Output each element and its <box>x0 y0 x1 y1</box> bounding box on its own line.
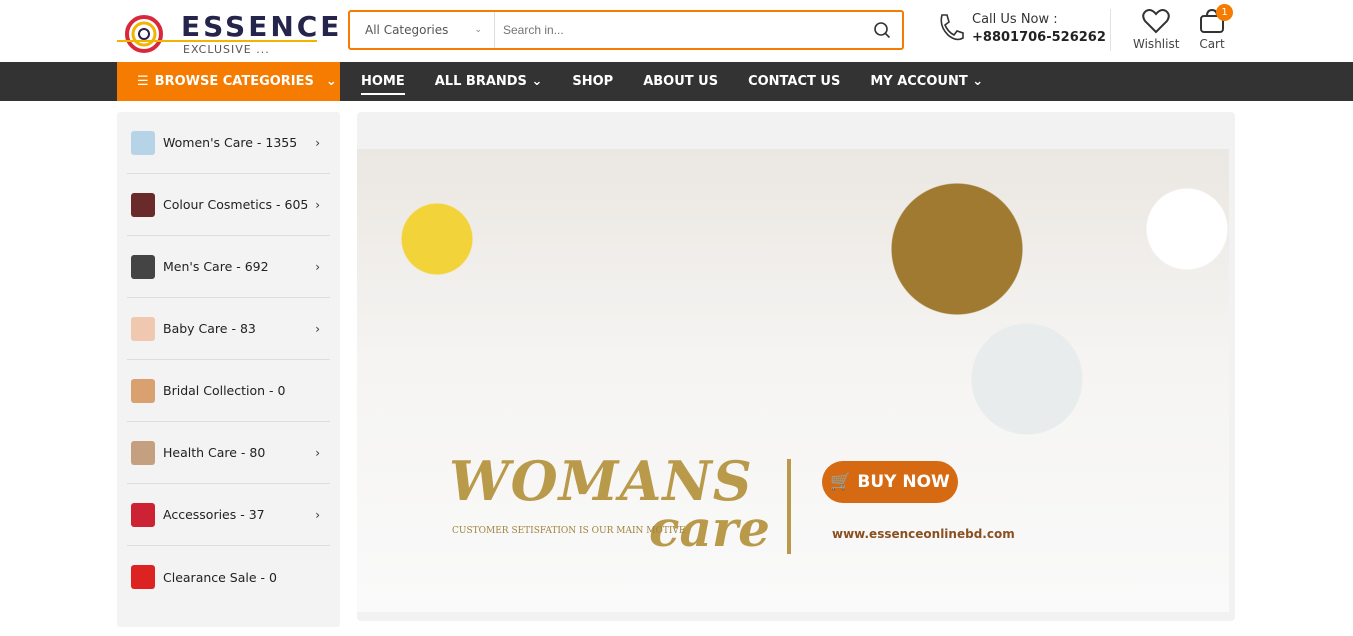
main-nav: ☰ BROWSE CATEGORIES ⌄ HOME ALL BRANDS ⌄ SH… <box>0 62 1353 101</box>
nav-all-brands-label: ALL BRANDS <box>434 74 527 89</box>
header: ESSENCE EXCLUSIVE ... All Categories ⌄ Ca… <box>0 0 1353 62</box>
logo-tagline: EXCLUSIVE ... <box>183 43 270 56</box>
banner-divider <box>787 459 791 554</box>
category-label: Baby Care - 83 <box>163 321 256 336</box>
category-sidebar: Women's Care - 1355 › Colour Cosmetics - 6… <box>117 112 340 627</box>
sidebar-category-item[interactable]: Colour Cosmetics - 605 › <box>127 174 330 236</box>
buy-now-label: BUY NOW <box>857 472 950 492</box>
chevron-right-icon: › <box>315 321 320 336</box>
browse-label: BROWSE CATEGORIES <box>154 74 314 89</box>
divider <box>1110 9 1111 51</box>
sidebar-category-item[interactable]: Baby Care - 83 › <box>127 298 330 360</box>
wishlist-button[interactable]: Wishlist <box>1133 8 1179 51</box>
chevron-down-icon: ⌄ <box>531 74 543 89</box>
phone-number[interactable]: +8801706-526262 <box>972 30 1106 45</box>
banner-motive: CUSTOMER SETISFATION IS OUR MAIN MOTIVE <box>452 526 686 536</box>
chevron-down-icon: ⌄ <box>474 25 482 35</box>
nav-shop[interactable]: SHOP <box>572 74 613 89</box>
category-thumbnail-icon <box>131 440 155 465</box>
sidebar-category-item[interactable]: Clearance Sale - 0 <box>127 546 330 608</box>
sidebar-category-item[interactable]: Accessories - 37 › <box>127 484 330 546</box>
nav-contact-us[interactable]: CONTACT US <box>748 74 840 89</box>
sidebar-category-item[interactable]: Health Care - 80 › <box>127 422 330 484</box>
category-label: Accessories - 37 <box>163 507 265 522</box>
sidebar-category-item[interactable]: Women's Care - 1355 › <box>127 112 330 174</box>
nav-home[interactable]: HOME <box>361 74 405 95</box>
category-label: Health Care - 80 <box>163 445 266 460</box>
sidebar-category-item[interactable]: Bridal Collection - 0 <box>127 360 330 422</box>
cart-button[interactable]: 1 Cart <box>1199 4 1233 51</box>
call-label: Call Us Now : <box>972 12 1058 27</box>
cart-icon: 🛒 <box>830 472 852 492</box>
nav-all-brands[interactable]: ALL BRANDS ⌄ <box>435 74 543 89</box>
chevron-down-icon: ⌄ <box>325 74 337 89</box>
category-label: Men's Care - 692 <box>163 259 269 274</box>
phone-icon <box>940 14 964 41</box>
category-label: Bridal Collection - 0 <box>163 383 286 398</box>
menu-icon: ☰ <box>137 74 149 89</box>
chevron-right-icon: › <box>315 135 320 150</box>
banner-image: WOMANS care CUSTOMER SETISFATION IS OUR … <box>357 149 1229 612</box>
call-us: Call Us Now : +8801706-526262 <box>936 12 1106 45</box>
banner-url: www.essenceonlinebd.com <box>832 527 1015 541</box>
category-thumbnail-icon <box>131 192 155 217</box>
hero-banner[interactable]: WOMANS care CUSTOMER SETISFATION IS OUR … <box>357 112 1235 621</box>
chevron-down-icon: ⌄ <box>972 74 984 89</box>
logo-name: ESSENCE <box>181 10 343 43</box>
category-thumbnail-icon <box>131 565 155 589</box>
category-thumbnail-icon <box>131 316 155 341</box>
logo-mark-icon <box>125 15 163 53</box>
search-input[interactable] <box>495 23 862 37</box>
search-icon <box>874 22 891 39</box>
cart-label: Cart <box>1199 37 1225 51</box>
category-thumbnail-icon <box>131 378 155 403</box>
nav-my-account[interactable]: MY ACCOUNT ⌄ <box>870 74 983 89</box>
nav-my-account-label: MY ACCOUNT <box>870 74 968 89</box>
chevron-right-icon: › <box>315 507 320 522</box>
logo[interactable]: ESSENCE EXCLUSIVE ... <box>117 10 339 58</box>
search-bar: All Categories ⌄ <box>348 10 904 50</box>
browse-categories-button[interactable]: ☰ BROWSE CATEGORIES ⌄ <box>117 62 340 101</box>
category-thumbnail-icon <box>131 130 155 155</box>
category-label: Clearance Sale - 0 <box>163 569 277 585</box>
chevron-right-icon: › <box>315 445 320 460</box>
category-select-value: All Categories <box>365 23 449 37</box>
nav-about-us[interactable]: ABOUT US <box>643 74 718 89</box>
heart-icon <box>1142 9 1170 34</box>
category-thumbnail-icon <box>131 254 155 279</box>
chevron-right-icon: › <box>315 259 320 274</box>
category-thumbnail-icon <box>131 502 155 527</box>
category-label: Colour Cosmetics - 605 <box>163 197 309 212</box>
cart-count-badge: 1 <box>1216 4 1233 21</box>
search-button[interactable] <box>862 12 902 48</box>
sidebar-category-item[interactable]: Men's Care - 692 › <box>127 236 330 298</box>
category-select[interactable]: All Categories ⌄ <box>350 12 495 48</box>
chevron-right-icon: › <box>315 197 320 212</box>
buy-now-button[interactable]: 🛒 BUY NOW <box>822 461 958 503</box>
wishlist-label: Wishlist <box>1133 37 1180 51</box>
category-label: Women's Care - 1355 <box>163 135 298 150</box>
